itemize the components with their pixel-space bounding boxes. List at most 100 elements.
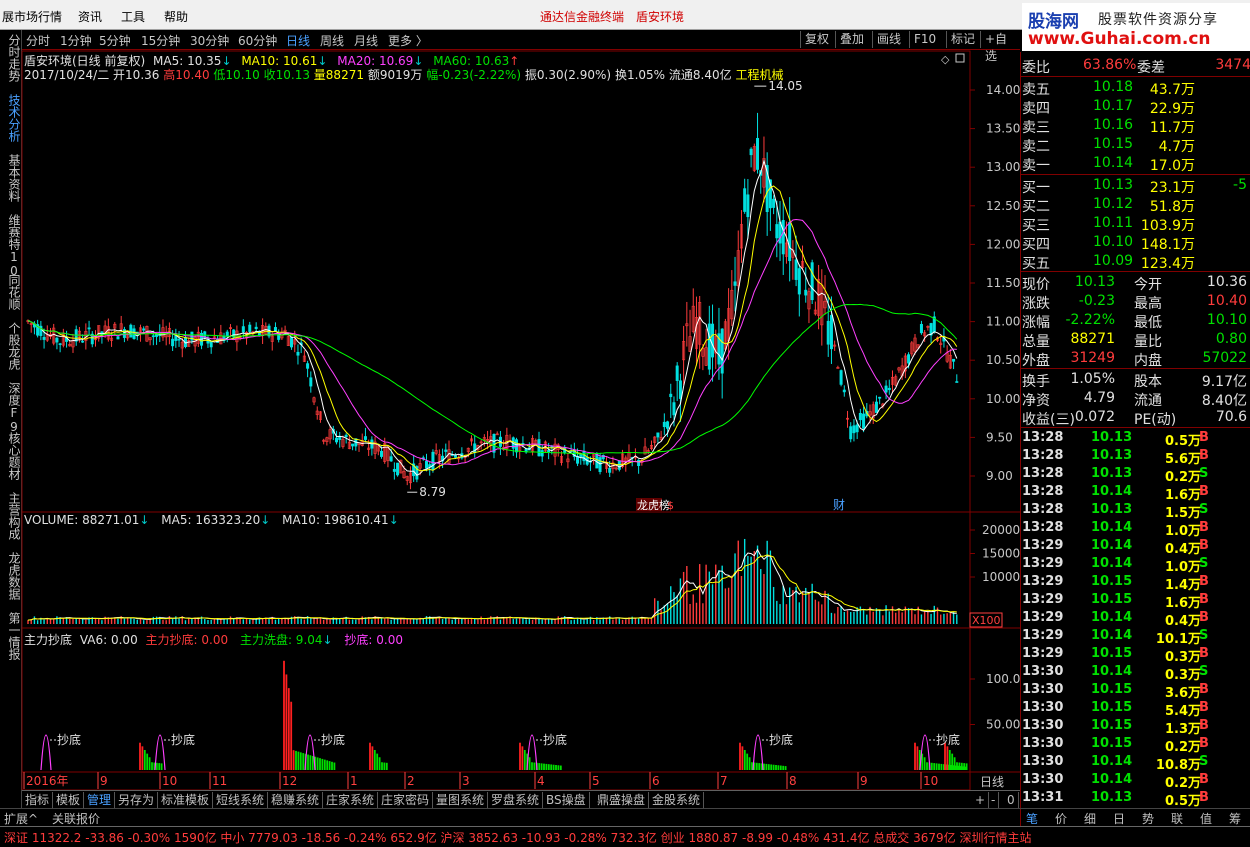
tick-time: 13:30: [1022, 718, 1064, 733]
x-period-label: 日线: [980, 775, 1004, 789]
stat-label: 现价: [1022, 277, 1050, 293]
candle-body: [608, 467, 612, 473]
ask-volume: 4.7万: [1158, 139, 1195, 155]
divider: [1021, 271, 1250, 272]
stat-row: 换手 1.05% 股本 9.17亿: [1021, 370, 1250, 390]
tick-time: 13:29: [1022, 628, 1064, 643]
tick-time: 13:30: [1022, 700, 1064, 715]
ask-label: 卖三: [1022, 120, 1050, 136]
candle-body: [540, 450, 544, 457]
event-label-dragon: 龙虎榜: [637, 498, 670, 512]
quote-tab[interactable]: 势: [1142, 810, 1154, 827]
stat-label: 最低: [1134, 315, 1162, 331]
quote-tab[interactable]: 细: [1084, 810, 1096, 827]
stat-row: 现价 10.13 今开 10.36: [1021, 273, 1250, 293]
zoom-button[interactable]: -: [988, 792, 1000, 808]
quote-tab[interactable]: 联: [1171, 810, 1183, 827]
candle-body: [797, 268, 801, 295]
zoom-button[interactable]: +: [972, 792, 990, 808]
volume-ma10: MA10: 198610.41: [282, 513, 389, 527]
bottom-tab[interactable]: 标准模板: [158, 792, 214, 808]
ask-price: 10.18: [1093, 79, 1134, 95]
maximize-icon: [955, 53, 965, 63]
candle-body: [678, 380, 682, 399]
tick-price: 10.15: [1091, 736, 1133, 751]
tick-time: 13:28: [1022, 430, 1064, 445]
bottom-tab[interactable]: BS操盘: [543, 792, 590, 808]
ask-price: 10.17: [1093, 98, 1134, 114]
candlestick-series: [26, 112, 959, 490]
tick-price: 10.15: [1091, 646, 1133, 661]
related-quotes-tab[interactable]: 关联报价: [52, 810, 100, 827]
ask-label: 卖一: [1022, 158, 1050, 174]
ask-label: 卖五: [1022, 82, 1050, 98]
bid-price: 10.10: [1093, 234, 1134, 250]
candle-body: [884, 385, 888, 393]
quote-tab[interactable]: 值: [1200, 810, 1212, 827]
tick-time: 13:31: [1022, 790, 1064, 805]
tick-side: S: [1199, 556, 1209, 571]
tick-time: 13:28: [1022, 520, 1064, 535]
candle-body: [772, 198, 776, 208]
tick-row: 13:28 10.14 1.6万 B: [1021, 483, 1250, 503]
bottom-tab[interactable]: 模板: [53, 792, 85, 808]
diamond-icon: ◇: [941, 53, 950, 66]
tick-price: 10.14: [1091, 628, 1133, 643]
tick-time: 13:29: [1022, 538, 1064, 553]
candle-body: [675, 365, 679, 381]
tick-row: 13:30 10.15 1.3万 B: [1021, 717, 1250, 737]
bottom-tab[interactable]: 管理: [84, 792, 116, 808]
candle-body: [453, 455, 457, 458]
tick-row: 13:29 10.14 0.4万 B: [1021, 537, 1250, 557]
tick-time: 13:29: [1022, 646, 1064, 661]
quote-tab[interactable]: 价: [1055, 810, 1067, 827]
candle-body: [351, 443, 355, 447]
indicator-main-bottom: 主力抄底: 0.00: [145, 633, 229, 647]
bottom-tab[interactable]: 金股系统: [649, 792, 705, 808]
bid-row: 买三 10.11 103.9万: [1021, 214, 1250, 234]
bottom-tab[interactable]: 稳赚系统: [268, 792, 324, 808]
candle-body: [241, 326, 245, 333]
stat-label: PE(动): [1134, 412, 1177, 428]
bottom-tab[interactable]: 指标: [22, 792, 54, 808]
candle-body: [444, 449, 448, 452]
x-tick-label: 8: [789, 774, 797, 788]
bid-volume: 123.4万: [1140, 256, 1195, 272]
bottom-tab[interactable]: 庄家系统: [323, 792, 379, 808]
bottom-tab[interactable]: 另存为: [115, 792, 159, 808]
ma10-line: [27, 185, 958, 472]
tick-side: B: [1199, 646, 1209, 661]
tick-time: 13:30: [1022, 772, 1064, 787]
tick-price: 10.14: [1091, 754, 1133, 769]
quote-panel: 委比 63.86% 委差 3474 卖五 10.18 43.7万 卖四 10.17 22.9万 卖三…: [1020, 52, 1250, 826]
stat-label: 最高: [1134, 296, 1162, 312]
zoom-button[interactable]: 0: [1004, 792, 1019, 808]
bottom-signal-curve: [40, 734, 52, 771]
quote-tab[interactable]: 日: [1113, 810, 1125, 827]
expand-button[interactable]: 扩展^: [4, 810, 38, 827]
bottom-tab[interactable]: 短线系统: [213, 792, 269, 808]
bottom-tab[interactable]: 鼎盛操盘: [594, 792, 650, 808]
bottom-tab[interactable]: 庄家密码: [378, 792, 434, 808]
stat-label: 量比: [1134, 334, 1162, 350]
x-tick-label: 2016年: [26, 774, 69, 788]
candle-body: [804, 289, 808, 296]
candle-body: [855, 424, 859, 433]
bottom-tab[interactable]: 量图系统: [433, 792, 489, 808]
candle-body: [756, 138, 760, 170]
tick-price: 10.14: [1091, 664, 1133, 679]
volume-ma5-line: [27, 548, 957, 621]
candle-body: [248, 324, 252, 332]
candle-body: [810, 262, 814, 301]
candle-body: [874, 401, 878, 413]
kline-chart[interactable]: 抄底 抄底 抄底 抄底 抄底 抄底 14.0013.5013.0012.5012.0011…: [0, 0, 1020, 790]
bottom-tab[interactable]: 罗盘系统: [488, 792, 544, 808]
candle-body: [116, 336, 120, 340]
candle-body: [155, 334, 159, 337]
quote-tab[interactable]: 笔: [1026, 810, 1038, 827]
tick-row: 13:29 10.14 1.0万 S: [1021, 555, 1250, 575]
candle-body: [55, 337, 59, 343]
candle-body: [666, 421, 670, 429]
quote-tab[interactable]: 筹: [1229, 810, 1241, 827]
tick-price: 10.13: [1091, 790, 1133, 805]
